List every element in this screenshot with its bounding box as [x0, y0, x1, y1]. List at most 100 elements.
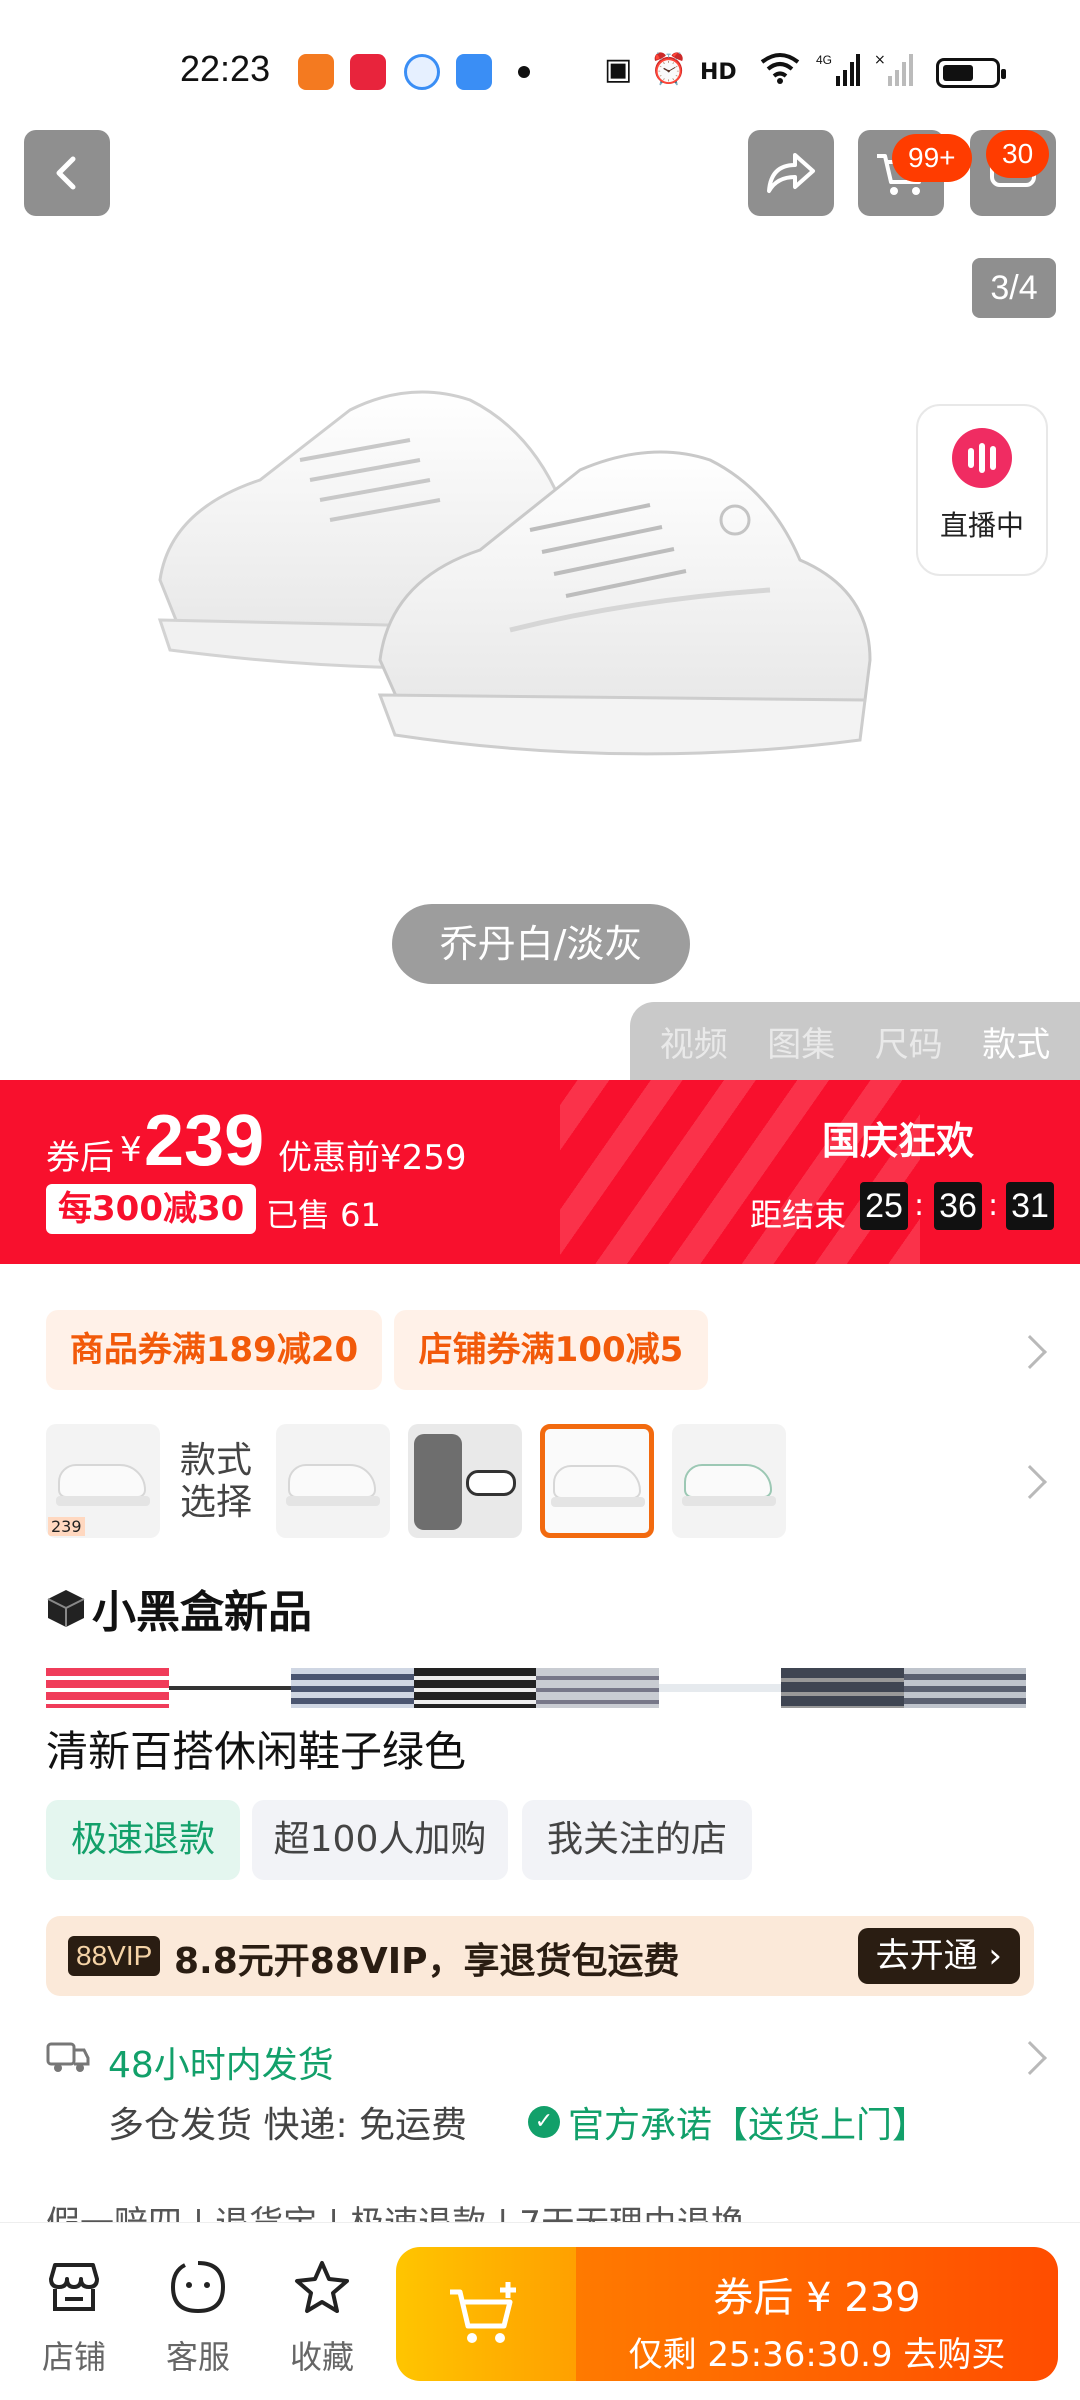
store-coupon[interactable]: 店铺券满100减5 — [394, 1310, 708, 1390]
back-button[interactable] — [24, 130, 110, 216]
product-coupon[interactable]: 商品券满189减20 — [46, 1310, 382, 1390]
style-thumb-main[interactable]: 239 — [46, 1424, 160, 1538]
buy-countdown-line: 仅剩 25:36:30.9 去购买 — [628, 2335, 1006, 2375]
tab-style[interactable]: 款式 — [982, 1017, 1050, 1066]
shoe-thumbnail — [684, 1464, 772, 1498]
shoe-thumbnail — [553, 1465, 641, 1499]
shoe-sole — [286, 1496, 380, 1506]
promise-text: 官方承诺【送货上门】 — [568, 2105, 929, 2146]
app-notification-icon — [456, 54, 492, 90]
chevron-right-icon[interactable] — [1013, 1465, 1047, 1499]
brand-banner[interactable]: 小黑盒新品 — [46, 1576, 312, 1640]
share-icon — [767, 153, 815, 193]
message-count-badge: 30 — [986, 130, 1050, 178]
discount-rule: 每300减30 — [46, 1184, 257, 1234]
currency-symbol: ¥ — [120, 1130, 142, 1170]
shoe-sole — [551, 1497, 645, 1507]
vip-banner[interactable]: 88VIP 8.8元开88VIP，享退货包运费 去开通 › — [46, 1916, 1034, 1996]
alarm-icon: ⏰ — [650, 52, 688, 87]
live-stream-button[interactable]: 直播中 — [916, 404, 1048, 576]
hd-icon: HD — [700, 60, 737, 85]
product-image — [157, 390, 872, 756]
nfc-icon: ▣ — [604, 52, 633, 87]
store-icon — [34, 2259, 114, 2328]
style-thumb-2[interactable] — [408, 1424, 522, 1538]
store-label: 店铺 — [41, 2338, 106, 2376]
check-icon: ✓ — [528, 2106, 560, 2138]
chevron-left-icon — [56, 156, 76, 190]
countdown-minutes: 36 — [934, 1182, 982, 1230]
shoe-thumbnail — [466, 1470, 516, 1496]
star-icon — [282, 2259, 362, 2328]
thumb-price: 239 — [48, 1517, 85, 1536]
brand-name: 小黑盒新品 — [92, 1587, 312, 1638]
favorite-label: 收藏 — [289, 2338, 354, 2376]
countdown-colon: : — [988, 1188, 999, 1223]
buy-price-line: 券后 ¥ 239 — [713, 2275, 921, 2321]
vip-logo: 88VIP — [68, 1936, 161, 1976]
media-tabs: 视频 图集 尺码 款式 — [630, 1002, 1080, 1080]
chevron-right-icon[interactable] — [1013, 1335, 1047, 1369]
color-name-pill: 乔丹白/淡灰 — [392, 904, 690, 984]
shoe-thumbnail — [58, 1464, 146, 1498]
vip-button-label: 去开通 — [875, 1936, 978, 1976]
shipping-detail: 多仓发货 快递: 免运费 — [108, 2105, 468, 2146]
shipping-time: 48小时内发货 — [108, 2045, 334, 2086]
shoe-thumbnail — [288, 1464, 376, 1498]
countdown-hours: 25 — [860, 1182, 908, 1230]
shoe-sole — [56, 1496, 150, 1506]
tab-video[interactable]: 视频 — [660, 1017, 728, 1066]
product-page: 22:23 ▣ ⏰ HD 4G × 99+ 30 3/4 直播中 乔丹白/淡灰 … — [0, 0, 1080, 2400]
status-time: 22:23 — [180, 48, 271, 89]
tag-followed-store[interactable]: 我关注的店 — [522, 1800, 752, 1880]
festival-title: 国庆狂欢 — [822, 1119, 975, 1163]
bottom-action-bar: 店铺 客服 收藏 券后 ¥ 239 仅剩 25:36:30.9 去购买 — [0, 2222, 1080, 2400]
countdown-seconds: 31 — [1006, 1182, 1054, 1230]
app-notification-icon — [404, 54, 440, 90]
status-bar: 22:23 ▣ ⏰ HD 4G × — [0, 0, 1080, 130]
live-icon — [952, 428, 1012, 488]
tag-fast-refund[interactable]: 极速退款 — [46, 1800, 240, 1880]
truck-icon — [46, 2042, 90, 2072]
banner-decoration — [560, 1080, 920, 1264]
store-tab[interactable]: 店铺 — [34, 2259, 114, 2378]
countdown-label: 距结束 — [750, 1196, 847, 1234]
color-swatch-strip[interactable] — [46, 1668, 1026, 1708]
add-to-cart-button[interactable] — [396, 2247, 576, 2381]
cart-count-badge: 99+ — [892, 134, 972, 182]
tag-add-to-cart-count[interactable]: 超100人加购 — [252, 1800, 508, 1880]
after-coupon-label: 券后 — [46, 1138, 114, 1178]
service-label: 客服 — [165, 2338, 230, 2376]
tab-gallery[interactable]: 图集 — [767, 1017, 835, 1066]
share-button[interactable] — [748, 130, 834, 216]
product-title: 清新百搭休闲鞋子绿色 — [46, 1727, 467, 1776]
price-banner: 券后 ¥ 239 优惠前¥259 每300减30 已售 61 国庆狂欢 距结束 … — [0, 1080, 1080, 1264]
delivery-promise: ✓ 官方承诺【送货上门】 — [528, 2096, 928, 2148]
style-thumb-1[interactable] — [276, 1424, 390, 1538]
customer-service-tab[interactable]: 客服 — [158, 2259, 238, 2378]
shoe-thumbnail — [414, 1434, 462, 1530]
buy-now-button[interactable]: 券后 ¥ 239 仅剩 25:36:30.9 去购买 — [576, 2247, 1058, 2381]
image-pager: 3/4 — [972, 258, 1056, 318]
countdown-colon: : — [914, 1188, 925, 1223]
sold-count: 已售 61 — [266, 1196, 381, 1234]
current-price: 239 — [144, 1101, 265, 1181]
svg-text:×: × — [874, 52, 886, 68]
more-notifications-dot — [518, 66, 530, 78]
app-notification-icon — [350, 54, 386, 90]
product-gallery[interactable]: 99+ 30 3/4 直播中 乔丹白/淡灰 视频 图集 尺码 款式 — [0, 130, 1080, 1080]
service-icon — [158, 2259, 238, 2328]
signal-4g-icon: 4G — [816, 52, 860, 92]
live-label: 直播中 — [939, 509, 1024, 542]
style-thumb-3-selected[interactable] — [540, 1424, 654, 1538]
original-price: 优惠前¥259 — [278, 1138, 467, 1178]
box-icon — [47, 1590, 85, 1627]
style-thumb-4[interactable] — [672, 1424, 786, 1538]
battery-icon — [936, 58, 1006, 88]
favorite-tab[interactable]: 收藏 — [282, 2259, 362, 2378]
vip-activate-button[interactable]: 去开通 › — [857, 1928, 1020, 1984]
chevron-right-icon[interactable] — [1013, 2041, 1047, 2075]
tab-size[interactable]: 尺码 — [875, 1017, 943, 1066]
vip-text: 8.8元开88VIP，享退货包运费 — [174, 1941, 680, 1982]
svg-text:4G: 4G — [816, 53, 832, 67]
